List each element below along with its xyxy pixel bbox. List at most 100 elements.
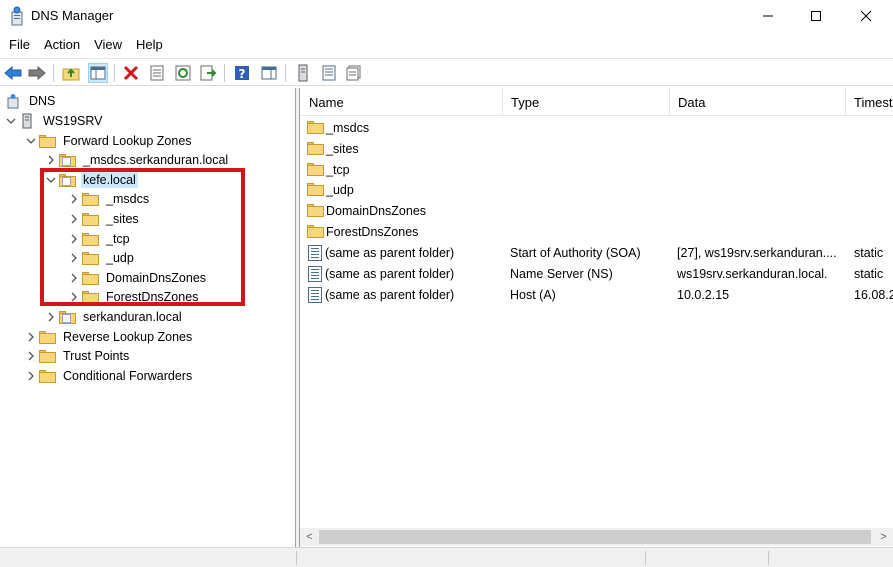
tree-label: serkanduran.local [83,310,182,324]
folder-icon [306,182,324,198]
menu-action[interactable]: Action [37,33,87,57]
record-list-icon[interactable] [319,63,339,83]
show-action-pane-icon[interactable] [259,63,279,83]
list-item[interactable]: _msdcs [300,117,893,138]
chevron-down-icon[interactable] [24,131,38,151]
status-bar [0,547,893,567]
list-item[interactable]: _tcp [300,159,893,180]
toolbar: ? [0,58,893,86]
highlight-annotation-box [40,168,245,306]
zone-folder-icon [58,309,76,325]
tree-item-zone-msdcs-serkanduran[interactable]: _msdcs.serkanduran.local [44,150,230,170]
back-arrow-icon[interactable] [3,63,23,83]
folder-icon [306,120,324,136]
delete-icon[interactable] [121,63,141,83]
list-item[interactable]: _sites [300,138,893,159]
record-type: Name Server (NS) [510,266,613,281]
record-name: (same as parent folder) [325,245,455,260]
list-item-name: DomainDnsZones [326,203,427,218]
folder-icon [306,141,324,157]
record-timestamp: static [854,266,884,281]
tree-label: _msdcs.serkanduran.local [83,153,229,167]
forward-arrow-icon[interactable] [27,63,47,83]
record-timestamp: static [854,245,884,260]
list-item[interactable]: _udp [300,179,893,200]
menu-file[interactable]: File [2,33,37,57]
chevron-right-icon[interactable] [44,307,58,327]
list-item[interactable]: ForestDnsZones [300,221,893,242]
close-button[interactable] [843,0,889,32]
horizontal-scrollbar[interactable]: < > [300,528,893,546]
export-list-icon[interactable] [198,63,218,83]
tree-item-conditional-forwarders[interactable]: Conditional Forwarders [24,366,194,386]
up-folder-icon[interactable] [61,63,81,83]
folder-icon [38,329,56,345]
menu-view[interactable]: View [87,33,129,57]
list-item[interactable]: DomainDnsZones [300,200,893,221]
tree-item-trust-points[interactable]: Trust Points [24,346,131,366]
record-type: Start of Authority (SOA) [510,245,641,260]
filter-icon[interactable] [344,63,364,83]
column-header-data[interactable]: Data [669,88,845,116]
chevron-right-icon[interactable] [24,346,38,366]
chevron-right-icon[interactable] [24,327,38,347]
window-title: DNS Manager [31,8,114,23]
minimize-button[interactable] [745,0,791,32]
tree-label: Reverse Lookup Zones [63,330,193,344]
chevron-right-icon[interactable] [24,366,38,386]
scroll-left-button[interactable]: < [301,528,318,546]
folder-icon [38,368,56,384]
tree-label: Trust Points [63,349,130,363]
folder-icon [306,224,324,240]
list-item-name: _sites [326,141,359,156]
tree-label: WS19SRV [43,114,103,128]
tree-item-forward-lookup-zones[interactable]: Forward Lookup Zones [24,131,194,151]
record-name: (same as parent folder) [325,266,455,281]
list-header: Name Type Data Timest [300,88,893,116]
maximize-button[interactable] [793,0,839,32]
column-header-name[interactable]: Name [300,88,502,116]
column-header-type[interactable]: Type [502,88,670,116]
record-timestamp: 16.08.2 [854,287,893,302]
dns-manager-app-icon [9,6,25,26]
record-data: 10.0.2.15 [677,287,730,302]
list-item-name: ForestDnsZones [326,224,419,239]
record-icon [308,244,322,261]
tree-item-dns[interactable]: DNS [4,91,57,111]
tree-label: Conditional Forwarders [63,369,193,383]
scroll-right-button[interactable]: > [875,528,892,546]
tree-label: DNS [29,94,56,108]
menu-help[interactable]: Help [129,33,170,57]
record-data: ws19srv.serkanduran.local. [677,266,828,281]
column-header-timestamp[interactable]: Timest [845,88,893,116]
folder-icon [306,203,324,219]
table-row[interactable]: (same as parent folder) Host (A) 10.0.2.… [300,284,893,305]
tree-item-zone-serkanduran[interactable]: serkanduran.local [44,307,184,327]
dns-icon [4,93,22,109]
help-icon[interactable]: ? [232,63,252,83]
list-item-name: _udp [326,182,354,197]
menu-bar: File Action View Help [0,33,893,57]
record-name: (same as parent folder) [325,287,455,302]
record-icon [308,265,322,282]
chevron-down-icon[interactable] [4,111,18,131]
refresh-icon[interactable] [173,63,193,83]
record-data: [27], ws19srv.serkanduran.... [677,245,837,260]
record-icon [308,286,322,303]
list-item-name: _msdcs [326,120,370,135]
properties-icon[interactable] [147,63,167,83]
svg-text:?: ? [239,67,246,81]
folder-icon [38,133,56,149]
title-bar: DNS Manager [0,0,893,32]
folder-icon [38,348,56,364]
chevron-right-icon[interactable] [44,150,58,170]
tree-label: Forward Lookup Zones [63,134,192,148]
tree-item-ws19srv[interactable]: WS19SRV [4,111,105,131]
tree-item-reverse-lookup-zones[interactable]: Reverse Lookup Zones [24,327,194,347]
table-row[interactable]: (same as parent folder) Name Server (NS)… [300,263,893,284]
table-row[interactable]: (same as parent folder) Start of Authori… [300,242,893,263]
scrollbar-thumb[interactable] [319,530,871,544]
zone-folder-icon [58,152,76,168]
server-icon[interactable] [293,63,313,83]
show-hide-console-tree-icon[interactable] [88,63,108,83]
